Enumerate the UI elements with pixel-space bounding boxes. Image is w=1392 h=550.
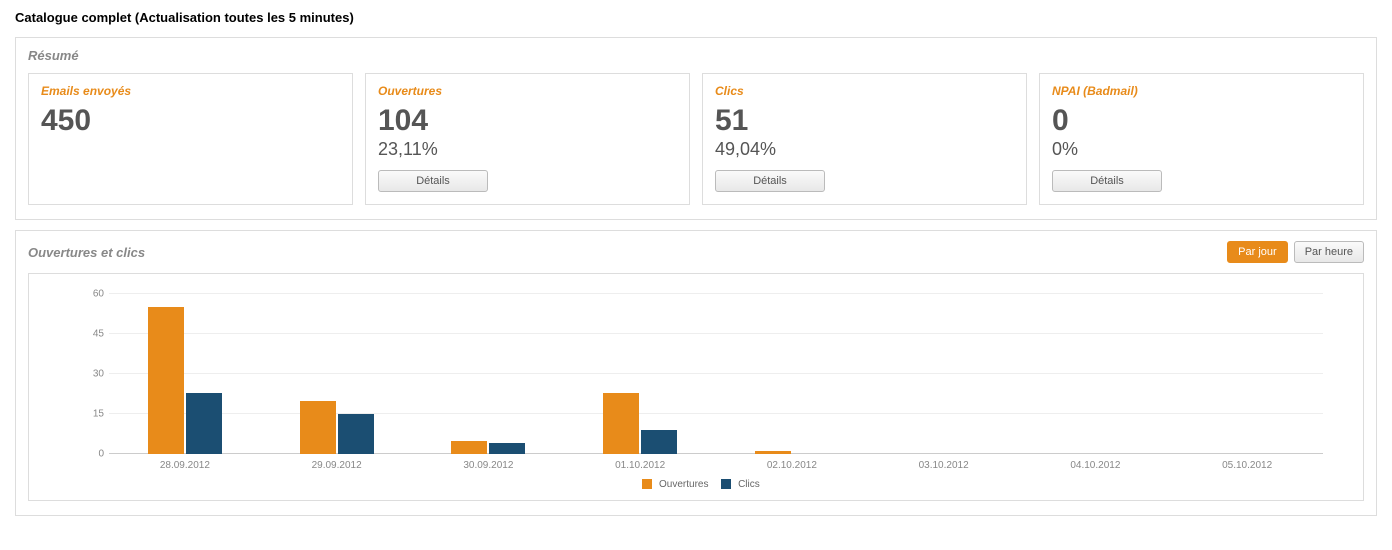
card-clicks: Clics 51 49,04% Détails [702,73,1027,205]
chart-y-label: 30 [79,369,104,380]
chart-x-label: 28.09.2012 [109,460,261,471]
chart-x-axis: 28.09.201229.09.201230.09.201201.10.2012… [109,460,1323,471]
legend-swatch-ouvertures [642,479,652,489]
chart-bar-ouvertures [300,401,336,454]
card-value: 450 [41,104,340,137]
card-pct: 49,04% [715,139,1014,160]
chart-x-label: 30.09.2012 [413,460,565,471]
chart-bar-ouvertures [148,307,184,454]
legend-swatch-clics [721,479,731,489]
chart-x-label: 04.10.2012 [1020,460,1172,471]
card-opens: Ouvertures 104 23,11% Détails [365,73,690,205]
card-pct: 23,11% [378,139,677,160]
legend-label-clics: Clics [738,479,760,490]
card-label: Clics [715,84,1014,98]
chart-panel-title: Ouvertures et clics [28,245,145,260]
chart-x-label: 05.10.2012 [1171,460,1323,471]
chart-bar-ouvertures [755,451,791,454]
details-button-clicks[interactable]: Détails [715,170,825,192]
card-emails-sent: Emails envoyés 450 [28,73,353,205]
card-pct: 0% [1052,139,1351,160]
chart-bar-ouvertures [603,393,639,454]
toggle-par-heure[interactable]: Par heure [1294,241,1364,263]
chart-y-label: 0 [79,449,104,460]
summary-cards: Emails envoyés 450 Ouvertures 104 23,11%… [28,73,1364,205]
chart-bar-clics [489,443,525,454]
details-button-opens[interactable]: Détails [378,170,488,192]
chart-x-label: 01.10.2012 [564,460,716,471]
chart-plot-area: 015304560 [109,294,1323,454]
chart-category-slot [413,294,565,454]
chart-category-slot [868,294,1020,454]
chart-x-label: 03.10.2012 [868,460,1020,471]
chart-y-label: 45 [79,329,104,340]
chart-x-label: 02.10.2012 [716,460,868,471]
chart-bar-clics [641,430,677,454]
chart-toggle-group: Par jour Par heure [1227,241,1364,263]
chart-legend: Ouvertures Clics [49,479,1343,490]
toggle-par-jour[interactable]: Par jour [1227,241,1288,263]
chart-bar-ouvertures [451,441,487,454]
chart-category-slot [261,294,413,454]
card-value: 104 [378,104,677,137]
card-value: 51 [715,104,1014,137]
chart-category-slot [716,294,868,454]
page-title: Catalogue complet (Actualisation toutes … [15,10,1377,25]
chart-category-slot [1020,294,1172,454]
legend-label-ouvertures: Ouvertures [659,479,708,490]
chart-y-label: 60 [79,289,104,300]
chart-x-label: 29.09.2012 [261,460,413,471]
chart-category-slot [1171,294,1323,454]
summary-panel: Résumé Emails envoyés 450 Ouvertures 104… [15,37,1377,220]
card-npai: NPAI (Badmail) 0 0% Détails [1039,73,1364,205]
card-label: Ouvertures [378,84,677,98]
chart-bar-clics [186,393,222,454]
chart-y-label: 15 [79,409,104,420]
chart-category-slot [109,294,261,454]
details-button-npai[interactable]: Détails [1052,170,1162,192]
chart-container: 015304560 28.09.201229.09.201230.09.2012… [28,273,1364,501]
chart-category-slot [564,294,716,454]
card-label: Emails envoyés [41,84,340,98]
card-value: 0 [1052,104,1351,137]
summary-title: Résumé [28,48,79,63]
chart-panel: Ouvertures et clics Par jour Par heure 0… [15,230,1377,516]
card-label: NPAI (Badmail) [1052,84,1351,98]
chart-bar-clics [338,414,374,454]
